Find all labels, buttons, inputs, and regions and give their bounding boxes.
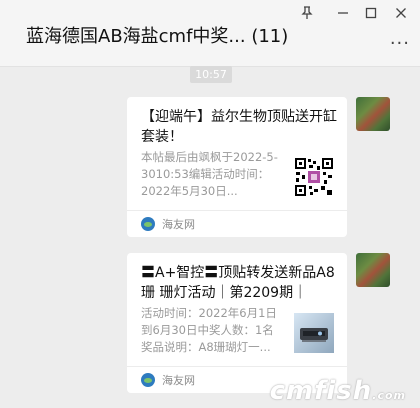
source-logo-icon: [141, 373, 155, 387]
card-source: 海友网: [141, 370, 195, 390]
pin-icon[interactable]: [296, 6, 318, 26]
message-timestamp: 10:57: [190, 66, 232, 83]
card-divider: [127, 210, 347, 211]
source-logo-icon: [141, 217, 155, 231]
qr-code-thumbnail: [294, 157, 334, 197]
coral-lamp-thumbnail: [294, 313, 334, 353]
maximize-icon[interactable]: [360, 6, 382, 26]
close-icon[interactable]: [390, 6, 412, 26]
more-options-button[interactable]: ···: [390, 33, 410, 54]
site-watermark: cmfish.com: [270, 376, 406, 406]
watermark-suffix: .com: [372, 389, 406, 402]
card-title: 〓A+智控〓顶贴转发送新品A8珊 珊灯活动｜第2209期｜: [141, 265, 335, 301]
card-description: 活动时间：2022年6月1日到6月30日中奖人数：1名奖品说明：A8珊瑚灯一..…: [141, 306, 277, 354]
card-title: 【迎端午】益尔生物顶贴送开缸套装！: [141, 109, 337, 145]
card-description: 本帖最后由飒枫于2022-5-3010:53编辑活动时间：2022年5月30日.…: [141, 150, 278, 198]
minimize-icon[interactable]: [332, 6, 354, 26]
chat-title: 蓝海德国AB海盐cmf中奖... (11): [26, 26, 289, 47]
avatar[interactable]: [356, 253, 390, 287]
title-bar: 蓝海德国AB海盐cmf中奖... (11) ···: [0, 0, 420, 67]
avatar[interactable]: [356, 97, 390, 131]
link-card[interactable]: 【迎端午】益尔生物顶贴送开缸套装！ 本帖最后由飒枫于2022-5-3010:53…: [127, 97, 347, 237]
source-name: 海友网: [162, 218, 195, 231]
link-card[interactable]: 〓A+智控〓顶贴转发送新品A8珊 珊灯活动｜第2209期｜ 活动时间：2022年…: [127, 253, 347, 393]
watermark-text: cmfish: [269, 376, 373, 406]
card-source: 海友网: [141, 214, 195, 234]
source-name: 海友网: [162, 374, 195, 387]
card-divider: [127, 366, 347, 367]
